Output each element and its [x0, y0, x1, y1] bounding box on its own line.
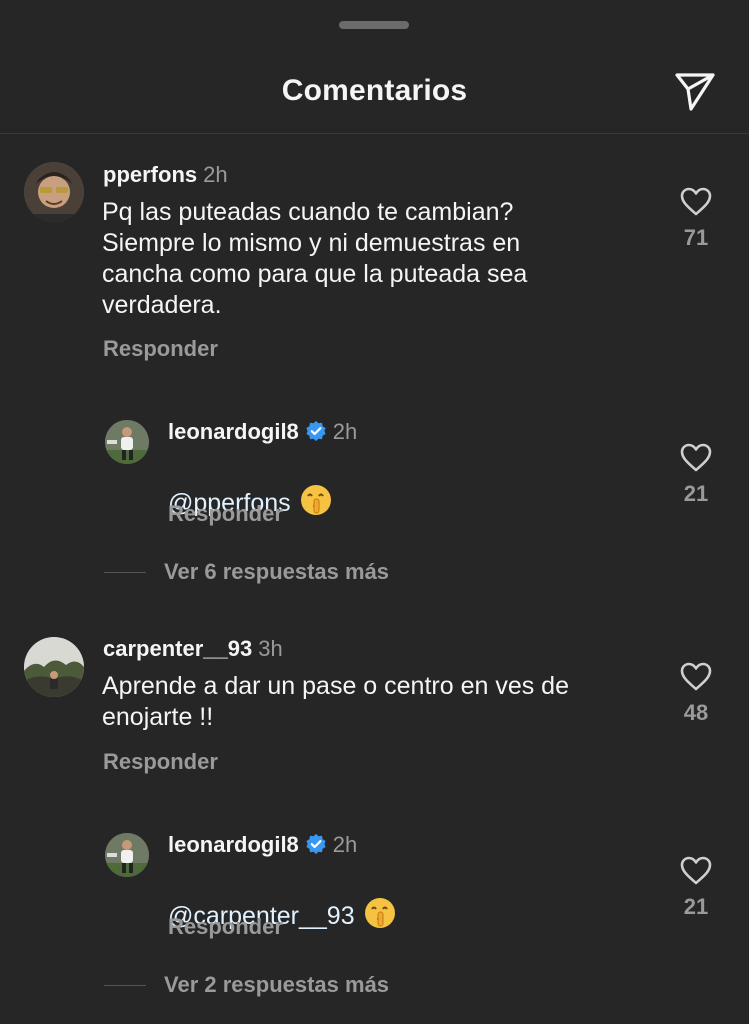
heart-icon[interactable] [680, 856, 712, 886]
timestamp: 2h [203, 162, 228, 187]
shushing-face-emoji [299, 483, 333, 525]
username[interactable]: pperfons [103, 162, 197, 187]
heart-icon[interactable] [680, 662, 712, 692]
reply-meta: leonardogil8 2h [168, 832, 357, 861]
avatar[interactable] [105, 420, 149, 464]
divider-line [104, 571, 146, 573]
like-control: 21 [668, 856, 724, 920]
like-control: 71 [668, 187, 724, 251]
like-count: 71 [683, 225, 709, 250]
avatar[interactable] [105, 833, 149, 877]
like-count: 21 [683, 894, 709, 919]
verified-badge-icon [305, 420, 327, 448]
reply-meta: leonardogil8 2h [168, 419, 357, 448]
comment-text: Pq las puteadas cuando te cambian? Siemp… [102, 198, 528, 319]
drag-handle[interactable] [339, 21, 409, 29]
like-count: 21 [683, 481, 709, 506]
like-control: 21 [668, 443, 724, 507]
send-button[interactable] [672, 70, 718, 114]
header-divider [0, 133, 749, 134]
reply-button[interactable]: Responder [103, 749, 218, 775]
avatar-image [105, 420, 149, 464]
divider-line [104, 984, 146, 986]
header: Comentarios [0, 60, 749, 126]
heart-icon[interactable] [680, 443, 712, 473]
username[interactable]: carpenter__93 [103, 636, 252, 661]
timestamp: 3h [258, 636, 283, 661]
username[interactable]: leonardogil8 [168, 419, 299, 444]
view-more-replies-label: Ver 6 respuestas más [164, 559, 390, 584]
view-more-replies-button[interactable]: Ver 6 respuestas más [104, 557, 389, 587]
reply-button[interactable]: Responder [168, 914, 283, 940]
comment-meta: pperfons 2h [103, 162, 228, 188]
timestamp: 2h [332, 832, 358, 857]
like-control: 48 [668, 662, 724, 726]
avatar[interactable] [24, 162, 84, 222]
view-more-replies-button[interactable]: Ver 2 respuestas más [104, 970, 389, 1000]
verified-badge-icon [305, 833, 327, 861]
comment-text: Aprende a dar un pase o centro en ves de… [102, 672, 569, 731]
page-title: Comentarios [281, 74, 468, 107]
heart-icon[interactable] [680, 187, 712, 217]
send-icon [675, 73, 715, 111]
comments-sheet: Comentarios pperfons 2h Pq las puteadas c… [0, 0, 749, 1024]
avatar-image [24, 162, 84, 222]
avatar[interactable] [24, 637, 84, 697]
view-more-replies-label: Ver 2 respuestas más [164, 972, 390, 997]
avatar-image [105, 833, 149, 877]
avatar-image [24, 637, 84, 697]
like-count: 48 [683, 700, 709, 725]
reply-button[interactable]: Responder [103, 336, 218, 362]
reply-button[interactable]: Responder [168, 501, 283, 527]
shushing-face-emoji [363, 896, 397, 938]
username[interactable]: leonardogil8 [168, 832, 299, 857]
timestamp: 2h [332, 419, 358, 444]
comment-meta: carpenter__93 3h [103, 636, 283, 662]
